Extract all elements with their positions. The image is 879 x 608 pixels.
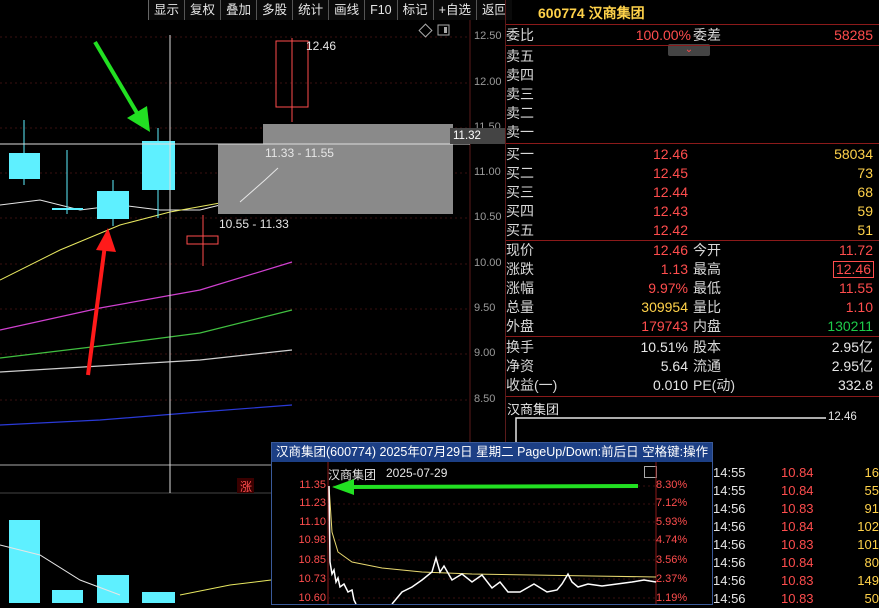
statistics-button[interactable]: 统计 <box>292 0 329 20</box>
ma-line-green <box>0 309 293 359</box>
draw-line-button[interactable]: 画线 <box>328 0 365 20</box>
stock-title: 600774 汉商集团 <box>538 5 645 21</box>
trade-row: 14:55 10.84 16 <box>713 465 879 480</box>
intraday-pct-tick: 1.19% <box>656 592 688 604</box>
fund-row: 净资 5.64 流通 2.95亿 <box>506 358 873 374</box>
fund-row: 收益(一) 0.010 PE(动) 332.8 <box>506 377 873 393</box>
intraday-popup[interactable]: 汉商集团(600774) 2025年07月29日 星期二 PageUp/Down… <box>271 442 713 605</box>
intraday-price-tick: 10.73 <box>298 573 326 585</box>
intraday-price-tick: 10.98 <box>298 534 326 546</box>
multi-stock-button[interactable]: 多股 <box>256 0 293 20</box>
axis-tick: 10.50 <box>474 211 502 223</box>
green-arrow-annotation <box>332 479 639 495</box>
intraday-price-tick: 11.23 <box>299 497 326 509</box>
volume-bars <box>9 520 175 603</box>
quote-row: 涨跌 1.13 最高 12.46 <box>506 260 879 279</box>
intraday-price-tick: 10.85 <box>298 554 326 566</box>
chart-window-icon[interactable] <box>437 24 450 36</box>
zone-upper-label: 11.33 - 11.55 <box>265 146 334 160</box>
axis-tick: 9.00 <box>474 347 496 359</box>
trade-row: 14:56 10.83 101 <box>713 537 879 552</box>
adjust-button[interactable]: 复权 <box>184 0 221 20</box>
zone-lower-label: 10.55 - 11.33 <box>219 217 289 231</box>
crosshair-price-label: 11.32 <box>450 128 506 144</box>
gap-zone-upper <box>263 124 453 144</box>
intraday-price-tick: 11.10 <box>299 516 326 528</box>
trade-row: 14:56 10.84 102 <box>713 519 879 534</box>
ask-label: 卖四 <box>506 67 534 83</box>
bid-row: 买一 12.46 58034 <box>506 146 873 162</box>
ratio-value: 100.00% <box>635 27 691 43</box>
intraday-price-tick: 11.35 <box>299 479 326 491</box>
ask-label: 卖一 <box>506 124 534 140</box>
display-button[interactable]: 显示 <box>148 0 185 20</box>
quote-row: 总量 309954 量比 1.10 <box>506 299 873 315</box>
ma-line-blue <box>0 404 293 426</box>
axis-tick: 11.00 <box>474 166 501 178</box>
ask-label: 卖五 <box>506 48 534 64</box>
intraday-pct-tick: 3.56% <box>656 554 688 566</box>
diff-value: 58285 <box>834 27 873 43</box>
quote-row: 涨幅 9.97% 最低 11.55 <box>506 280 873 296</box>
bid-row: 买五 12.42 51 <box>506 222 873 238</box>
intraday-pct-tick: 5.93% <box>656 516 688 528</box>
trade-row: 14:56 10.83 91 <box>713 501 879 516</box>
mini-chart-price: 12.46 <box>828 411 857 423</box>
intraday-pct-tick: 8.30% <box>656 479 688 491</box>
trade-row: 14:56 10.84 80 <box>713 555 879 570</box>
intraday-pct-tick: 4.74% <box>656 534 688 546</box>
gap-zone-lower <box>218 144 453 214</box>
add-watchlist-button[interactable]: +自选 <box>432 0 476 20</box>
ask-label: 卖三 <box>506 86 534 102</box>
bid-row: 买四 12.43 59 <box>506 203 873 219</box>
quote-row: 现价 12.46 今开 11.72 <box>506 242 873 258</box>
trade-row: 14:56 10.83 50 <box>713 591 879 606</box>
trade-row: 14:55 10.84 55 <box>713 483 879 498</box>
intraday-pct-tick: 7.12% <box>656 497 688 509</box>
diff-label: 委差 <box>693 27 721 43</box>
overlay-button[interactable]: 叠加 <box>220 0 257 20</box>
axis-tick: 12.50 <box>474 30 502 42</box>
green-arrow-annotation <box>93 40 150 132</box>
stock-header: 600774 汉商集团 <box>506 0 879 24</box>
axis-tick: 8.50 <box>474 393 496 405</box>
chart-settings-icon[interactable] <box>418 23 433 38</box>
ask-label: 卖二 <box>506 105 534 121</box>
quote-row: 外盘 179743 内盘 130211 <box>506 318 873 334</box>
axis-tick: 10.00 <box>474 257 502 269</box>
trade-row: 14:56 10.83 149 <box>713 573 879 588</box>
intraday-price-tick: 10.60 <box>298 592 326 604</box>
limit-up-mark: 涨 <box>240 480 253 494</box>
popup-title-bar[interactable]: 汉商集团(600774) 2025年07月29日 星期二 PageUp/Down… <box>272 443 712 462</box>
fund-row: 换手 10.51% 股本 2.95亿 <box>506 339 873 355</box>
high-price-label: 12.46 <box>306 39 337 53</box>
chart-toolbar: 显示 复权 叠加 多股 统计 画线 F10 标记 +自选 返回 <box>148 0 512 20</box>
bid-row: 买二 12.45 73 <box>506 165 873 181</box>
order-ratio-row: 委比 100.00% 委差 58285 <box>506 26 879 45</box>
intraday-pct-tick: 2.37% <box>656 573 688 585</box>
ma-line-magenta <box>0 261 293 331</box>
mark-button[interactable]: 标记 <box>396 0 433 20</box>
mini-chart[interactable] <box>506 410 879 443</box>
ratio-label: 委比 <box>506 27 534 43</box>
f10-button[interactable]: F10 <box>364 0 397 20</box>
axis-tick: 12.00 <box>474 76 502 88</box>
bid-row: 买三 12.44 68 <box>506 184 873 200</box>
axis-tick: 9.50 <box>474 302 496 314</box>
red-arrow-annotation <box>86 228 116 376</box>
